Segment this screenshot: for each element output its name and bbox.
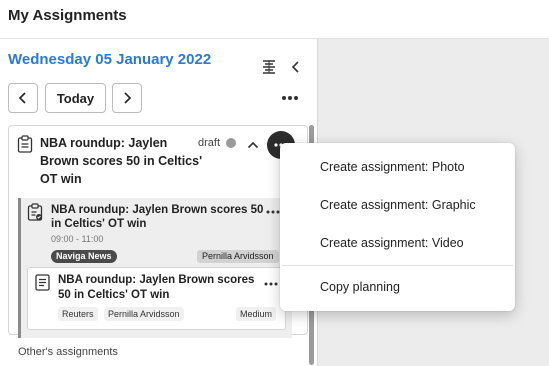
user-badge: Pernilla Arvidsson [197, 250, 279, 263]
app-header: My Assignments [0, 0, 549, 39]
source-tag: Reuters [58, 307, 98, 321]
collapse-panel-button[interactable] [287, 57, 305, 77]
menu-item-copy-planning[interactable]: Copy planning [320, 280, 400, 294]
previous-day-button[interactable] [8, 83, 38, 113]
chevron-up-icon [247, 141, 259, 149]
next-day-button[interactable] [112, 83, 142, 113]
article-more-button[interactable] [263, 280, 279, 288]
clipboard-icon [17, 135, 33, 158]
chevron-left-icon [291, 61, 299, 73]
desk-badge: Naviga News [51, 250, 117, 263]
expand-toggle-button[interactable] [244, 136, 262, 154]
more-horizontal-icon [266, 210, 280, 214]
coverage-time: 09:00 - 11:00 [51, 234, 104, 244]
status-dot [226, 138, 236, 148]
planning-title[interactable]: NBA roundup: Jaylen Brown scores 50 in C… [40, 134, 205, 188]
chevron-left-icon [18, 92, 26, 104]
more-horizontal-icon [282, 96, 298, 100]
menu-item-create-photo[interactable]: Create assignment: Photo [320, 160, 465, 174]
status-label: draft [198, 137, 221, 149]
article-title[interactable]: NBA roundup: Jaylen Brown scores 50 in C… [58, 273, 258, 303]
date-heading: Wednesday 05 January 2022 [8, 51, 212, 68]
page-title: My Assignments [8, 7, 127, 24]
menu-item-create-graphic[interactable]: Create assignment: Graphic [320, 198, 476, 212]
menu-divider [282, 265, 513, 266]
align-center-icon[interactable] [259, 57, 279, 77]
others-assignments-heading: Other's assignments [18, 346, 118, 358]
author-tag: Pernilla Arvidsson [104, 307, 184, 321]
menu-item-create-video[interactable]: Create assignment: Video [320, 236, 464, 250]
clipboard-check-icon [27, 203, 43, 226]
more-horizontal-icon [264, 282, 278, 286]
coverage-title[interactable]: NBA roundup: Jaylen Brown scores 50 in C… [51, 203, 266, 231]
today-button[interactable]: Today [45, 83, 106, 113]
document-icon [35, 274, 50, 296]
chevron-right-icon [124, 92, 132, 104]
coverage-more-button[interactable] [266, 207, 280, 217]
more-options-button[interactable] [278, 88, 302, 108]
priority-tag: Medium [236, 307, 277, 321]
